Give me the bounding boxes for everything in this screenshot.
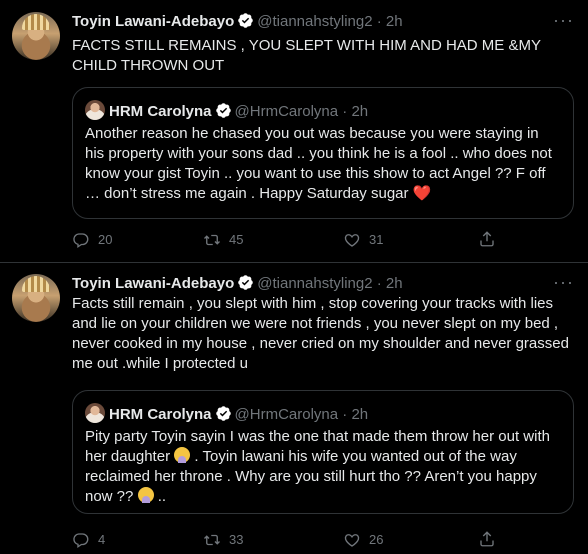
tweet[interactable]: Toyin Lawani-Adebayo @tiannahstyling2 · 2… <box>0 0 588 262</box>
red-heart-emoji: ❤️ <box>412 185 432 202</box>
retweet-icon <box>204 534 220 546</box>
more-icon[interactable]: ··· <box>553 272 574 292</box>
reply-button[interactable]: 4 <box>72 530 105 550</box>
quote-avatar <box>85 100 105 120</box>
share-icon <box>480 531 494 547</box>
share-button[interactable] <box>478 530 496 548</box>
reply-icon <box>73 233 89 249</box>
quote-text: Another reason he chased you out was bec… <box>85 124 561 204</box>
retweet-button[interactable]: 45 <box>203 230 243 250</box>
quote-author-name: HRM Carolyna <box>109 406 212 423</box>
like-count: 31 <box>369 232 384 247</box>
tweet-text: FACTS STILL REMAINS , YOU SLEPT WITH HIM… <box>72 37 541 74</box>
verified-badge-icon <box>215 406 231 421</box>
facepalm-emoji <box>137 487 154 503</box>
quote-text: Pity party Toyin sayin I was the one tha… <box>85 427 561 507</box>
reply-count: 20 <box>98 232 113 247</box>
retweet-icon <box>204 234 220 246</box>
heart-icon <box>344 234 360 247</box>
reply-icon <box>73 533 89 549</box>
verified-badge-icon <box>238 275 254 290</box>
tweet[interactable]: Toyin Lawani-Adebayo @tiannahstyling2 · 2… <box>0 262 588 554</box>
quote-author-name: HRM Carolyna <box>109 103 212 120</box>
verified-badge-icon <box>215 103 231 118</box>
author-name[interactable]: Toyin Lawani-Adebayo <box>72 13 234 30</box>
reply-button[interactable]: 20 <box>72 230 112 250</box>
heart-icon <box>344 534 360 547</box>
quote-tweet[interactable]: HRM Carolyna @HrmCarolyna · 2h Pity party… <box>72 390 574 514</box>
reply-count: 4 <box>98 532 106 547</box>
quote-header: HRM Carolyna @HrmCarolyna · 2h <box>85 403 368 425</box>
retweet-count: 33 <box>229 532 244 547</box>
separator: · <box>376 13 382 30</box>
author-handle[interactable]: @tiannahstyling2 <box>257 275 372 292</box>
facepalm-emoji <box>174 447 191 463</box>
quote-tweet[interactable]: HRM Carolyna @HrmCarolyna · 2h Another re… <box>72 87 574 219</box>
tweet-text: Facts still remain , you slept with him … <box>72 295 569 372</box>
like-count: 26 <box>369 532 384 547</box>
quote-author-handle: @HrmCarolyna <box>234 103 339 120</box>
retweet-button[interactable]: 33 <box>203 530 243 550</box>
quote-text-main: Another reason he chased you out was bec… <box>85 125 552 202</box>
more-icon[interactable]: ··· <box>553 10 574 30</box>
share-icon <box>480 231 494 247</box>
retweet-count: 45 <box>229 232 244 247</box>
tweet-actions: 20 45 31 <box>72 230 572 250</box>
author-handle[interactable]: @tiannahstyling2 <box>257 13 372 30</box>
author-name[interactable]: Toyin Lawani-Adebayo <box>72 275 234 292</box>
separator: · <box>376 275 382 292</box>
quote-author-handle: @HrmCarolyna <box>234 406 339 423</box>
verified-badge-icon <box>238 13 254 28</box>
tweet-header: Toyin Lawani-Adebayo @tiannahstyling2 · 2… <box>72 274 403 294</box>
tweet-actions: 4 33 26 <box>72 530 572 550</box>
quote-timestamp: 2h <box>351 406 369 423</box>
share-button[interactable] <box>478 230 496 248</box>
quote-timestamp: 2h <box>351 103 369 120</box>
like-button[interactable]: 31 <box>343 230 383 250</box>
quote-avatar <box>85 403 105 423</box>
avatar[interactable] <box>12 274 60 322</box>
timestamp[interactable]: 2h <box>386 13 403 30</box>
quote-header: HRM Carolyna @HrmCarolyna · 2h <box>85 100 368 122</box>
timestamp[interactable]: 2h <box>386 275 403 292</box>
tweet-header: Toyin Lawani-Adebayo @tiannahstyling2 · 2… <box>72 12 403 32</box>
quote-text-part3: .. <box>157 488 167 505</box>
like-button[interactable]: 26 <box>343 530 383 550</box>
avatar[interactable] <box>12 12 60 60</box>
